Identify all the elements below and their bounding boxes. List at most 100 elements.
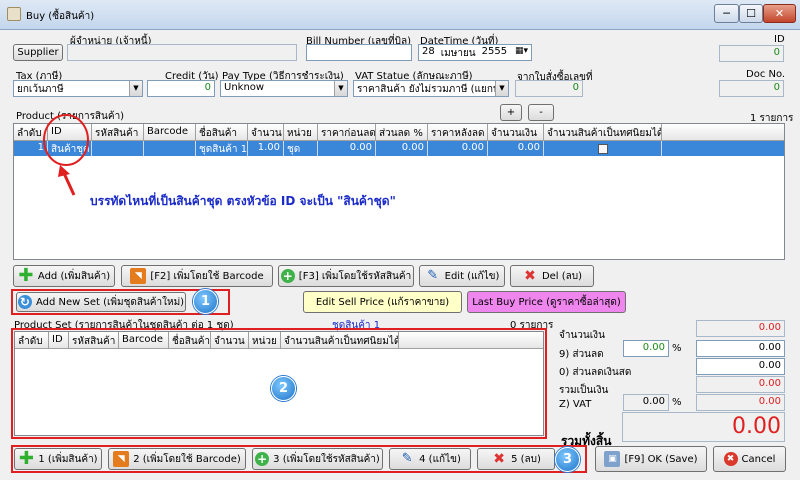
- discount-percent-input[interactable]: 0.00: [623, 340, 669, 357]
- callout-1: 1: [193, 289, 218, 314]
- credit-input[interactable]: 0: [147, 80, 215, 97]
- col-header[interactable]: ชื่อสินค้า: [169, 332, 211, 348]
- bill-number-input[interactable]: [306, 44, 412, 61]
- set-delete-label: 5 (ลบ): [511, 453, 541, 465]
- col-header[interactable]: ลำดับ: [15, 332, 49, 348]
- rss-icon: ◥: [113, 451, 130, 467]
- tax-select[interactable]: ยกเว้นภาษี ▼: [13, 80, 143, 97]
- docno-caption: Doc No.: [746, 69, 786, 80]
- ok-save-button[interactable]: ▣ [F9] OK (Save): [595, 446, 707, 472]
- col-header[interactable]: ID: [49, 332, 69, 348]
- chevron-down-icon[interactable]: ▼: [334, 81, 347, 96]
- edit-product-button[interactable]: ✎ Edit (แก้ไข): [419, 265, 505, 287]
- date-year: 2555: [481, 46, 508, 57]
- cell-name: ชุดสินค้า 1: [196, 141, 248, 156]
- col-header[interactable]: Barcode: [144, 124, 196, 140]
- delete-icon: ✖: [493, 451, 505, 467]
- vat-status-select[interactable]: ราคาสินค้า ยังไม่รวมภาษี (แยกนอก) ▼: [353, 80, 509, 97]
- date-day: 28: [422, 46, 435, 57]
- cancel-label: Cancel: [741, 453, 776, 465]
- vat-status-value: ราคาสินค้า ยังไม่รวมภาษี (แยกนอก): [357, 84, 509, 95]
- col-header[interactable]: หน่วย: [284, 124, 318, 140]
- add-by-barcode-button[interactable]: ◥ [F2] เพิ่มโดยใช้ Barcode: [121, 265, 273, 287]
- add-by-code-button[interactable]: + [F3] เพิ่มโดยใช้รหัสสินค้า: [278, 265, 414, 287]
- col-header[interactable]: Barcode: [119, 332, 169, 348]
- col-header[interactable]: ชื่อสินค้า: [196, 124, 248, 140]
- supplier-field[interactable]: [67, 44, 297, 61]
- col-header[interactable]: จำนวนสินค้าเป็นทศนิยมได้: [281, 332, 399, 348]
- set-add-product-label: 1 (เพิ่มสินค้า): [38, 453, 98, 465]
- set-delete-button[interactable]: ✖ 5 (ลบ): [477, 448, 555, 470]
- add-row-button[interactable]: +: [500, 104, 522, 121]
- delete-product-button[interactable]: ✖ Del (ลบ): [510, 265, 594, 287]
- calendar-icon[interactable]: ▦▾: [515, 46, 528, 59]
- set-add-by-code-label: 3 (เพิ่มโดยใช้รหัสสินค้า): [273, 453, 380, 465]
- ok-save-label: [F9] OK (Save): [624, 453, 698, 465]
- close-button[interactable]: ✕: [763, 4, 796, 23]
- chevron-down-icon[interactable]: ▼: [129, 81, 142, 96]
- cash-discount-label: 0) ส่วนลดเงินสด: [559, 367, 632, 378]
- cell-barcode: [144, 141, 196, 156]
- delete-product-label: Del (ลบ): [541, 270, 583, 282]
- add-by-barcode-label: [F2] เพิ่มโดยใช้ Barcode: [150, 270, 264, 282]
- cell-decimal[interactable]: [544, 141, 662, 156]
- set-add-product-button[interactable]: ✚ 1 (เพิ่มสินค้า): [14, 448, 102, 470]
- set-edit-button[interactable]: ✎ 4 (แก้ไข): [389, 448, 471, 470]
- add-product-button[interactable]: ✚ Add (เพิ่มสินค้า): [13, 265, 115, 287]
- annotation-text: บรรทัดไหนที่เป็นสินค้าชุด ตรงหัวข้อ ID จ…: [90, 194, 396, 208]
- edit-sell-price-button[interactable]: Edit Sell Price (แก้ราคาขาย): [303, 291, 462, 313]
- cell-unit: ชุด: [284, 141, 318, 156]
- pencil-icon: ✎: [401, 451, 413, 466]
- id-field: 0: [719, 45, 784, 62]
- vat-percent-sign: %: [672, 397, 682, 408]
- tax-value: ยกเว้นภาษี: [17, 84, 64, 95]
- add-new-set-button[interactable]: ↻ Add New Set (เพิ่มชุดสินค้าใหม่): [16, 292, 186, 312]
- set-add-by-code-button[interactable]: +3 (เพิ่มโดยใช้รหัสสินค้า): [252, 448, 383, 470]
- decimal-checkbox[interactable]: [597, 144, 608, 154]
- col-header[interactable]: ส่วนลด %: [376, 124, 428, 140]
- id-caption: ID: [774, 34, 785, 45]
- col-header[interactable]: ราคาหลังลด: [428, 124, 488, 140]
- remove-row-button[interactable]: -: [528, 104, 554, 121]
- col-header[interactable]: หน่วย: [249, 332, 281, 348]
- col-header[interactable]: จำนวนเงิน: [488, 124, 544, 140]
- minimize-button[interactable]: ─: [714, 4, 739, 23]
- refresh-icon: ↻: [17, 295, 32, 309]
- amount-field: 0.00: [696, 320, 785, 337]
- cancel-icon: ✖: [723, 452, 738, 466]
- chevron-down-icon[interactable]: ▼: [495, 81, 508, 96]
- set-add-by-barcode-label: 2 (เพิ่มโดยใช้ Barcode): [133, 453, 241, 465]
- col-header[interactable]: จำนวน: [248, 124, 284, 140]
- plus-circle-icon: +: [280, 269, 295, 283]
- last-buy-price-button[interactable]: Last Buy Price (ดูราคาซื้อล่าสุด): [467, 291, 626, 313]
- col-header[interactable]: ราคาก่อนลด: [318, 124, 376, 140]
- set-add-by-barcode-button[interactable]: ◥ 2 (เพิ่มโดยใช้ Barcode): [108, 448, 246, 470]
- delete-icon: ✖: [524, 268, 536, 284]
- callout-2: 2: [271, 376, 296, 401]
- amount-label: จำนวนเงิน: [559, 330, 605, 341]
- discount-field[interactable]: 0.00: [696, 340, 785, 357]
- app-icon: [7, 7, 21, 21]
- cell-discount: 0.00: [376, 141, 428, 156]
- cancel-button[interactable]: ✖ Cancel: [713, 446, 786, 472]
- rss-icon: ◥: [130, 268, 147, 284]
- paytype-value: Unknow: [224, 82, 265, 93]
- cell-net: 0.00: [428, 141, 488, 156]
- col-header[interactable]: จำนวน: [211, 332, 249, 348]
- plus-icon: ✚: [18, 265, 34, 286]
- title-bar: [0, 0, 800, 30]
- col-header[interactable]: จำนวนสินค้าเป็นทศนิยมได้: [544, 124, 662, 140]
- set-edit-label: 4 (แก้ไข): [419, 453, 461, 465]
- paytype-select[interactable]: Unknow ▼: [220, 80, 348, 97]
- maximize-button[interactable]: ☐: [739, 4, 763, 23]
- col-header[interactable]: รหัสสินค้า: [69, 332, 119, 348]
- cell-qty: 1.00: [248, 141, 284, 156]
- supplier-button[interactable]: Supplier: [13, 44, 63, 61]
- cash-discount-input[interactable]: 0.00: [696, 358, 785, 375]
- date-picker[interactable]: 28 เมษายน 2555 ▦▾: [418, 44, 532, 61]
- cell-price: 0.00: [318, 141, 376, 156]
- vat-label: Z) VAT: [559, 399, 592, 410]
- window-title: Buy (ซื้อสินค้า): [26, 11, 95, 22]
- add-by-code-label: [F3] เพิ่มโดยใช้รหัสสินค้า: [298, 270, 412, 282]
- grand-total-field: 0.00: [622, 412, 785, 442]
